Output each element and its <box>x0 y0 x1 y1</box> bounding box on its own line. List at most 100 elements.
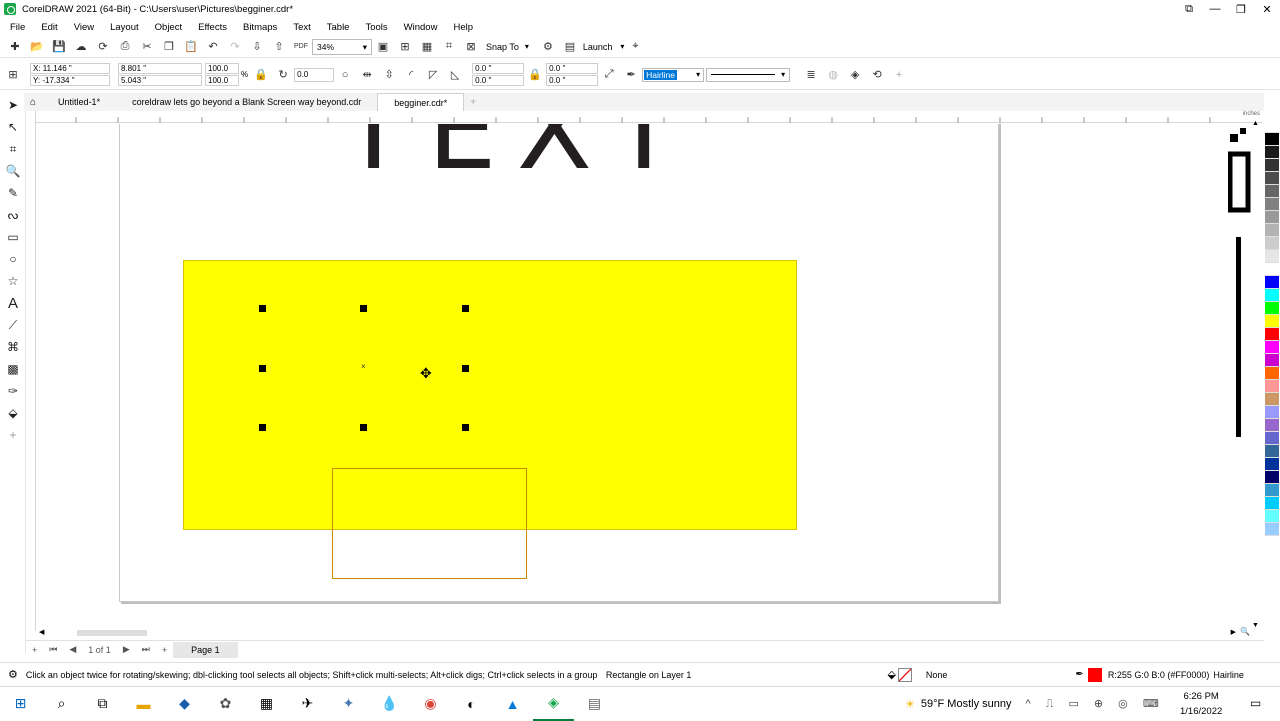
notifications-icon[interactable]: ▭ <box>1250 696 1261 710</box>
document-page[interactable]: TEXT × ✥ <box>119 124 999 602</box>
palette-swatch[interactable] <box>1265 250 1279 263</box>
palette-swatch[interactable] <box>1265 224 1279 237</box>
menu-layout[interactable]: Layout <box>102 22 147 33</box>
snap-icon[interactable]: ⊠ <box>462 39 480 55</box>
vertical-ruler[interactable] <box>26 111 36 631</box>
print-icon[interactable]: ⎙ <box>116 39 134 55</box>
drawing-canvas[interactable]: TEXT × ✥ <box>37 124 1262 629</box>
selection-handle-bottom-left[interactable] <box>259 424 266 431</box>
options-gear-icon[interactable]: ⚙ <box>539 39 557 55</box>
pick-tool-icon[interactable]: ➤ <box>3 95 23 115</box>
mirror-horizontal-icon[interactable]: ⇹ <box>358 67 376 83</box>
restore-docker-icon[interactable]: ⧉ <box>1176 0 1202 18</box>
scalloped-corner-icon[interactable]: ◸ <box>424 67 442 83</box>
mirror-vertical-icon[interactable]: ⇳ <box>380 67 398 83</box>
freehand-tool-icon[interactable]: ✎ <box>3 183 23 203</box>
new-tab-icon[interactable]: + <box>470 97 476 108</box>
palette-swatch[interactable] <box>1265 393 1279 406</box>
palette-swatch[interactable] <box>1265 354 1279 367</box>
selection-handle-top-left[interactable] <box>259 305 266 312</box>
menu-table[interactable]: Table <box>319 22 358 33</box>
app-icon-4[interactable]: ✦ <box>328 687 369 721</box>
rectangle-tool-icon[interactable]: ▭ <box>3 227 23 247</box>
status-settings-icon[interactable]: ⚙ <box>8 668 18 681</box>
crop-tool-icon[interactable]: ⌗ <box>3 139 23 159</box>
selection-handle-top-center[interactable] <box>360 305 367 312</box>
launch-button[interactable]: Launch <box>583 42 613 52</box>
scale-height-input[interactable]: 100.0 <box>205 75 239 86</box>
scroll-thumb[interactable] <box>77 630 147 636</box>
zoom-tool-icon[interactable]: 🔍 <box>3 161 23 181</box>
text-wrap-icon[interactable]: ≣ <box>802 67 820 83</box>
palette-swatch[interactable] <box>1265 367 1279 380</box>
snap-to-dropdown[interactable]: Snap To <box>486 42 519 52</box>
menu-file[interactable]: File <box>0 22 33 33</box>
corner-bottom-left-input[interactable]: 0.0 " <box>472 75 525 86</box>
add-tool-icon[interactable]: + <box>3 425 23 445</box>
round-corner-icon[interactable]: ◜ <box>402 67 420 83</box>
calculator-app-icon[interactable]: ▤ <box>574 687 615 721</box>
yellow-rectangle[interactable]: × ✥ <box>183 260 797 579</box>
app-icon-2[interactable]: ✿ <box>205 687 246 721</box>
calculator-icon[interactable]: ▦ <box>246 687 287 721</box>
selection-handle-top-right[interactable] <box>462 305 469 312</box>
palette-swatch[interactable] <box>1265 120 1279 133</box>
menu-help[interactable]: Help <box>445 22 481 33</box>
add-page-after-icon[interactable]: + <box>162 645 167 655</box>
tray-icons[interactable]: ^ ⎍ ▭ ⊕ ◎ ⌨ <box>1025 697 1164 711</box>
first-page-icon[interactable]: ⏮ <box>49 644 57 655</box>
corner-bottom-right-input[interactable]: 0.0 " <box>546 75 599 86</box>
selected-rectangle[interactable] <box>332 468 527 579</box>
zoom-level-dropdown[interactable]: 34% ▾ <box>312 38 372 55</box>
redo-icon[interactable]: ↷ <box>226 39 244 55</box>
line-style-dropdown[interactable]: ▾ <box>706 67 791 82</box>
palette-swatch[interactable] <box>1265 237 1279 250</box>
selection-handle-middle-right[interactable] <box>462 365 469 372</box>
palette-swatch[interactable] <box>1265 380 1279 393</box>
export-icon[interactable]: ⇧ <box>270 39 288 55</box>
lock-ratio-icon[interactable]: 🔒 <box>252 67 270 83</box>
copy-icon[interactable]: ❐ <box>160 39 178 55</box>
menu-object[interactable]: Object <box>147 22 190 33</box>
palette-swatch[interactable] <box>1265 497 1279 510</box>
menu-bitmaps[interactable]: Bitmaps <box>235 22 285 33</box>
menu-tools[interactable]: Tools <box>357 22 395 33</box>
horizontal-ruler[interactable]: inches <box>36 111 1262 123</box>
app-icon-3[interactable]: ✈ <box>287 687 328 721</box>
scroll-right-icon[interactable]: ▶ <box>1231 628 1236 636</box>
palette-swatch[interactable] <box>1265 133 1279 146</box>
show-guidelines-icon[interactable]: ⌗ <box>440 39 458 55</box>
palette-swatch[interactable] <box>1265 419 1279 432</box>
palette-swatch[interactable] <box>1265 185 1279 198</box>
cloud-sync-icon[interactable]: ⟳ <box>94 39 112 55</box>
publish-pdf-icon[interactable]: PDF <box>292 39 310 55</box>
corel-icon[interactable]: ◐ <box>451 687 492 721</box>
palette-swatch[interactable] <box>1265 302 1279 315</box>
scroll-up-icon[interactable]: ▲ <box>1252 120 1259 127</box>
zoom-icon[interactable]: 🔍 <box>1240 627 1250 636</box>
to-front-icon[interactable]: ◍ <box>824 67 842 83</box>
cloud-upload-icon[interactable]: ☁ <box>72 39 90 55</box>
app-icon-1[interactable]: ◆ <box>164 687 205 721</box>
selection-handle-middle-left[interactable] <box>259 365 266 372</box>
windows-start-icon[interactable]: ⊞ <box>0 687 41 721</box>
menu-edit[interactable]: Edit <box>33 22 65 33</box>
palette-swatch[interactable] <box>1265 263 1279 276</box>
heading-text-object[interactable]: TEXT <box>340 124 697 185</box>
chrome-icon[interactable]: ◉ <box>410 687 451 721</box>
text-tool-icon[interactable]: A <box>3 293 23 313</box>
show-grid-icon[interactable]: ▦ <box>418 39 436 55</box>
palette-swatch[interactable] <box>1265 159 1279 172</box>
system-clock[interactable]: 6:26 PM 1/16/2022 <box>1180 689 1222 719</box>
selection-handle-bottom-right[interactable] <box>462 424 469 431</box>
rotation-angle-input[interactable]: 0.0 <box>294 67 335 82</box>
new-document-icon[interactable]: ✚ <box>6 39 24 55</box>
outline-width-value[interactable]: Hairline <box>644 69 677 80</box>
palette-swatch[interactable] <box>1265 484 1279 497</box>
prev-page-icon[interactable]: ◀ <box>69 644 76 655</box>
relative-corner-scaling-icon[interactable]: ⤢ <box>600 67 618 83</box>
add-page-icon[interactable]: + <box>32 645 37 655</box>
minimize-button[interactable]: — <box>1202 0 1228 18</box>
palette-swatch[interactable] <box>1265 406 1279 419</box>
undo-icon[interactable]: ↶ <box>204 39 222 55</box>
